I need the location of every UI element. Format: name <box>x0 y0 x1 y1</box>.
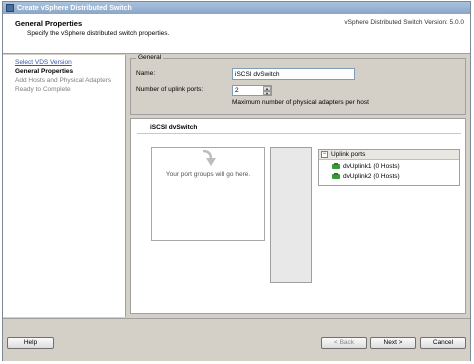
step-general-properties: General Properties <box>15 68 74 75</box>
help-button[interactable]: Help <box>7 337 54 349</box>
step-ready-to-complete: Ready to Complete <box>15 86 71 93</box>
uplink-label: dvUplink2 (0 Hosts) <box>343 173 400 180</box>
switch-preview-panel: iSCSI dvSwitch Your port groups will go … <box>130 118 466 314</box>
wizard-footer: Help < Back Next > Cancel <box>3 318 470 361</box>
uplink-count-stepper[interactable]: ▲ ▼ <box>232 85 272 96</box>
name-label: Name: <box>136 70 156 77</box>
step-select-vds-version[interactable]: Select VDS Version <box>15 59 72 66</box>
next-button[interactable]: Next > <box>370 337 416 349</box>
window-title: Create vSphere Distributed Switch <box>17 4 132 12</box>
wizard-steps: Select VDS Version General Properties Ad… <box>3 55 126 317</box>
switch-body <box>270 147 312 283</box>
port-groups-placeholder-box: Your port groups will go here. <box>151 147 265 241</box>
general-group-legend: General <box>136 54 164 61</box>
wizard-window: Create vSphere Distributed Switch Genera… <box>2 1 471 361</box>
wizard-content: General Name: Number of uplink ports: ▲ … <box>127 54 470 317</box>
wizard-header: General Properties Specify the vSphere d… <box>3 14 470 54</box>
uplink-ports-box: − Uplink ports dvUplink1 (0 Hosts) dvUpl… <box>318 149 460 186</box>
uplink-ports-header[interactable]: − Uplink ports <box>319 150 459 160</box>
curved-arrow-icon <box>202 150 216 166</box>
title-bar[interactable]: Create vSphere Distributed Switch <box>3 2 470 14</box>
name-input[interactable] <box>232 68 355 80</box>
uplink-label: dvUplink1 (0 Hosts) <box>343 163 400 170</box>
switch-preview-title: iSCSI dvSwitch <box>150 124 198 131</box>
uplink-icon <box>332 173 340 179</box>
port-groups-placeholder-text: Your port groups will go here. <box>165 171 251 178</box>
page-title: General Properties <box>15 19 83 28</box>
cancel-button[interactable]: Cancel <box>420 337 466 349</box>
vsphere-wizard-icon <box>6 4 14 12</box>
uplink-item[interactable]: dvUplink1 (0 Hosts) <box>332 163 400 170</box>
spin-down-icon[interactable]: ▼ <box>263 90 271 95</box>
uplink-item[interactable]: dvUplink2 (0 Hosts) <box>332 173 400 180</box>
uplink-count-label: Number of uplink ports: <box>136 86 204 93</box>
back-button[interactable]: < Back <box>321 337 367 349</box>
max-adapters-note: Maximum number of physical adapters per … <box>232 99 369 106</box>
step-add-hosts: Add Hosts and Physical Adapters <box>15 77 112 84</box>
collapse-icon[interactable]: − <box>321 151 328 158</box>
general-group: General Name: Number of uplink ports: ▲ … <box>130 54 466 115</box>
uplink-icon <box>332 163 340 169</box>
divider <box>137 133 461 134</box>
page-subtitle: Specify the vSphere distributed switch p… <box>27 30 170 37</box>
uplink-count-input[interactable] <box>233 86 264 95</box>
version-label: vSphere Distributed Switch Version: 5.0.… <box>344 19 464 26</box>
uplink-ports-title: Uplink ports <box>331 151 366 158</box>
